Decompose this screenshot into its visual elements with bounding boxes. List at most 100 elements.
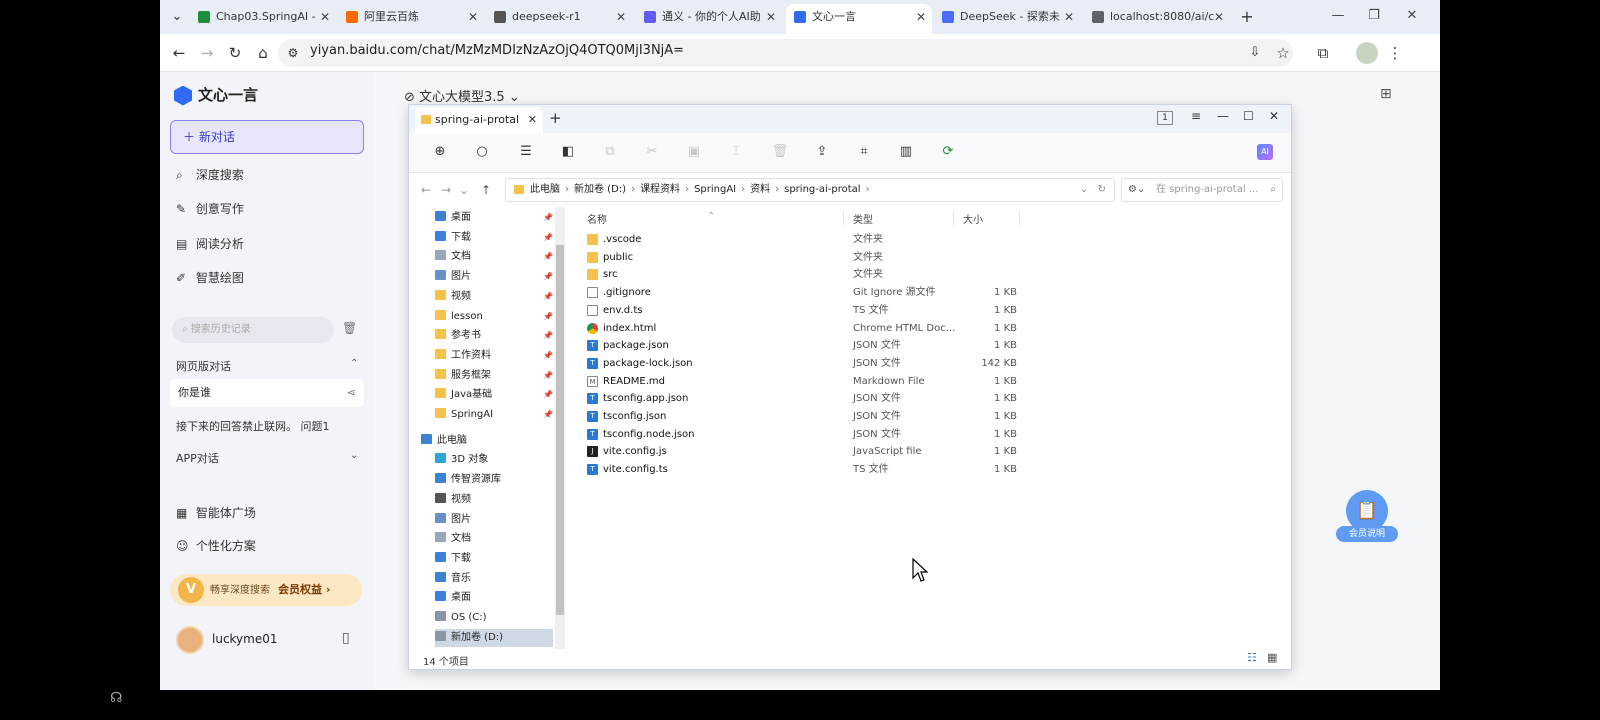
column-divider[interactable] xyxy=(843,211,844,225)
nav-item-pc[interactable]: 图片 xyxy=(435,511,553,529)
breadcrumb-item[interactable]: SpringAI xyxy=(694,184,736,195)
file-row[interactable]: env.d.ts TS 文件 1 KB xyxy=(579,302,1219,319)
circle-icon[interactable]: ○ xyxy=(473,143,491,161)
nav-item-pc[interactable]: OS (C:) xyxy=(435,609,553,627)
reload-icon[interactable]: ↻ xyxy=(224,42,246,64)
bookmark-star-icon[interactable]: ☆ xyxy=(1272,42,1294,64)
file-row[interactable]: Jvite.config.js JavaScript file 1 KB xyxy=(579,443,1219,460)
nav-item-quick[interactable]: 桌面 📌 xyxy=(435,209,553,227)
file-row[interactable]: Ttsconfig.json JSON 文件 1 KB xyxy=(579,408,1219,425)
pin-icon[interactable]: 📌 xyxy=(543,386,553,404)
close-tab-icon[interactable]: ✕ xyxy=(916,4,926,30)
web-section-header[interactable]: 网页版对话 xyxy=(176,358,231,374)
close-window-button[interactable]: ✕ xyxy=(1394,0,1430,32)
url-text[interactable]: yiyan.baidu.com/chat/MzMzMDIzNzAzOjQ4OTQ… xyxy=(310,43,684,58)
paste-icon[interactable]: ▣ xyxy=(685,143,703,161)
nav-scrollbar-thumb[interactable] xyxy=(556,245,564,615)
user-profile[interactable]: luckyme01 ▯ xyxy=(176,624,366,660)
nav-item-quick[interactable]: Java基础 📌 xyxy=(435,386,553,404)
pin-icon[interactable]: 📌 xyxy=(543,347,553,365)
file-row[interactable]: Tvite.config.ts TS 文件 1 KB xyxy=(579,461,1219,478)
vip-link[interactable]: 会员权益 › xyxy=(278,583,330,596)
nav-item-quick[interactable]: 图片 📌 xyxy=(435,268,553,286)
file-row[interactable]: public 文件夹 xyxy=(579,249,1219,266)
column-divider[interactable] xyxy=(1019,211,1020,225)
pin-icon[interactable]: 📌 xyxy=(543,288,553,306)
breadcrumb-item[interactable]: spring-ai-protal xyxy=(784,184,860,195)
new-item-icon[interactable]: ⊕ xyxy=(431,143,449,161)
app-section-header[interactable]: APP对话 xyxy=(176,450,219,466)
browser-tab[interactable]: localhost:8080/ai/c ✕ xyxy=(1084,4,1230,34)
collapse-panel-icon[interactable]: ▯ xyxy=(342,630,350,646)
nav-item-pc[interactable]: 下载 xyxy=(435,550,553,568)
tiles-view-icon[interactable]: ▦ xyxy=(1267,651,1283,665)
pin-icon[interactable]: 📌 xyxy=(543,248,553,266)
browser-tab[interactable]: DeepSeek - 探索未 ✕ xyxy=(934,4,1080,34)
file-row[interactable]: .vscode 文件夹 xyxy=(579,231,1219,248)
nav-item-quick[interactable]: 工作资料 📌 xyxy=(435,347,553,365)
chevron-down-icon[interactable]: ⌄ xyxy=(350,450,358,461)
back-icon[interactable]: ← xyxy=(168,42,190,64)
breadcrumb[interactable]: 此电脑 › 新加卷 (D:) › 课程资料 › SpringAI › 资料 › spring-ai-… xyxy=(505,178,1115,202)
sidebar-item-deep-search[interactable]: ⌕ 深度搜索 xyxy=(176,166,244,183)
nav-item-pc[interactable]: 视频 xyxy=(435,491,553,509)
vip-helper-button[interactable]: 📋 会员说明 xyxy=(1336,490,1398,548)
refresh-icon[interactable]: ⌄ ↻ xyxy=(1080,179,1106,201)
sidebar-item-personal[interactable]: ☺ 个性化方案 xyxy=(176,537,256,554)
breadcrumb-item[interactable]: 新加卷 (D:) xyxy=(574,184,626,195)
file-row[interactable]: Ttsconfig.node.json JSON 文件 1 KB xyxy=(579,426,1219,443)
sync-icon[interactable]: ⟳ xyxy=(939,143,957,161)
rename-icon[interactable]: ⌶ xyxy=(727,143,745,161)
pin-icon[interactable]: 📌 xyxy=(543,308,553,326)
close-tab-icon[interactable]: ✕ xyxy=(320,4,330,30)
browser-tab[interactable]: Chap03.SpringAI - ✕ xyxy=(190,4,336,34)
nav-item-pc[interactable]: 桌面 xyxy=(435,589,553,607)
sidebar-item-reading[interactable]: ▤ 阅读分析 xyxy=(176,235,244,252)
pin-icon[interactable]: 📌 xyxy=(543,367,553,385)
app-logo[interactable]: 文心一言 xyxy=(174,84,258,106)
vip-banner[interactable]: V 畅享深度搜索 会员权益 › xyxy=(170,574,362,606)
forward-icon[interactable]: → xyxy=(441,183,451,197)
new-window-icon[interactable]: ⊞ xyxy=(1380,86,1392,102)
close-tab-icon[interactable]: ✕ xyxy=(468,4,478,30)
ai-icon[interactable]: AI xyxy=(1257,144,1273,160)
nav-item-pc[interactable]: 文档 xyxy=(435,530,553,548)
chevron-up-icon[interactable]: ⌃ xyxy=(350,358,358,369)
profile-avatar[interactable] xyxy=(1356,42,1378,64)
delete-icon[interactable]: 🗑 xyxy=(771,143,789,161)
explorer-search-input[interactable]: ⚙⌄ 在 spring-ai-protal ... ⌕ xyxy=(1121,178,1283,202)
nav-item-pc[interactable]: 新加卷 (D:) xyxy=(435,628,553,647)
close-tab-icon[interactable]: ✕ xyxy=(616,4,626,30)
close-tab-icon[interactable]: ✕ xyxy=(1214,4,1224,30)
nav-item-quick[interactable]: 下载 📌 xyxy=(435,229,553,247)
conversation-item[interactable]: 你是谁 ⋖ xyxy=(170,379,364,407)
explorer-tab[interactable]: spring-ai-protal ✕ xyxy=(415,107,543,133)
pin-icon[interactable]: 📌 xyxy=(543,209,553,227)
column-type[interactable]: 类型 xyxy=(853,211,873,226)
file-row[interactable]: Tpackage.json JSON 文件 1 KB xyxy=(579,337,1219,354)
minimize-button[interactable]: — xyxy=(1320,0,1356,32)
view-list-icon[interactable]: ☰ xyxy=(517,143,535,161)
nav-item-quick[interactable]: lesson 📌 xyxy=(435,308,553,326)
compress-icon[interactable]: ▥ xyxy=(897,143,915,161)
back-icon[interactable]: ← xyxy=(421,183,431,197)
cut-icon[interactable]: ✂ xyxy=(643,143,661,161)
crop-icon[interactable]: ⌗ xyxy=(855,143,873,161)
nav-item-quick[interactable]: 参考书 📌 xyxy=(435,327,553,345)
nav-item-quick[interactable]: 服务框架 📌 xyxy=(435,367,553,385)
copy-icon[interactable]: ⧉ xyxy=(601,143,619,161)
browser-tab[interactable]: 阿里云百炼 ✕ xyxy=(338,4,484,34)
pin-icon[interactable]: 📌 xyxy=(543,229,553,247)
browser-tab[interactable]: 文心一言 ✕ xyxy=(786,4,932,34)
close-tab-icon[interactable]: ✕ xyxy=(1064,4,1074,30)
tab-list-button[interactable]: ⌄ xyxy=(166,6,188,28)
share-icon[interactable]: ⋖ xyxy=(347,379,356,407)
close-window-button[interactable]: ✕ xyxy=(1269,109,1279,123)
pin-icon[interactable]: 📌 xyxy=(543,268,553,286)
column-size[interactable]: 大小 xyxy=(963,211,983,226)
pin-icon[interactable]: 📌 xyxy=(543,327,553,345)
column-name[interactable]: 名称 xyxy=(587,211,607,226)
browser-tab[interactable]: deepseek-r1 ✕ xyxy=(486,4,632,34)
maximize-button[interactable]: ❐ xyxy=(1356,0,1392,32)
share-icon[interactable]: ⇪ xyxy=(813,143,831,161)
